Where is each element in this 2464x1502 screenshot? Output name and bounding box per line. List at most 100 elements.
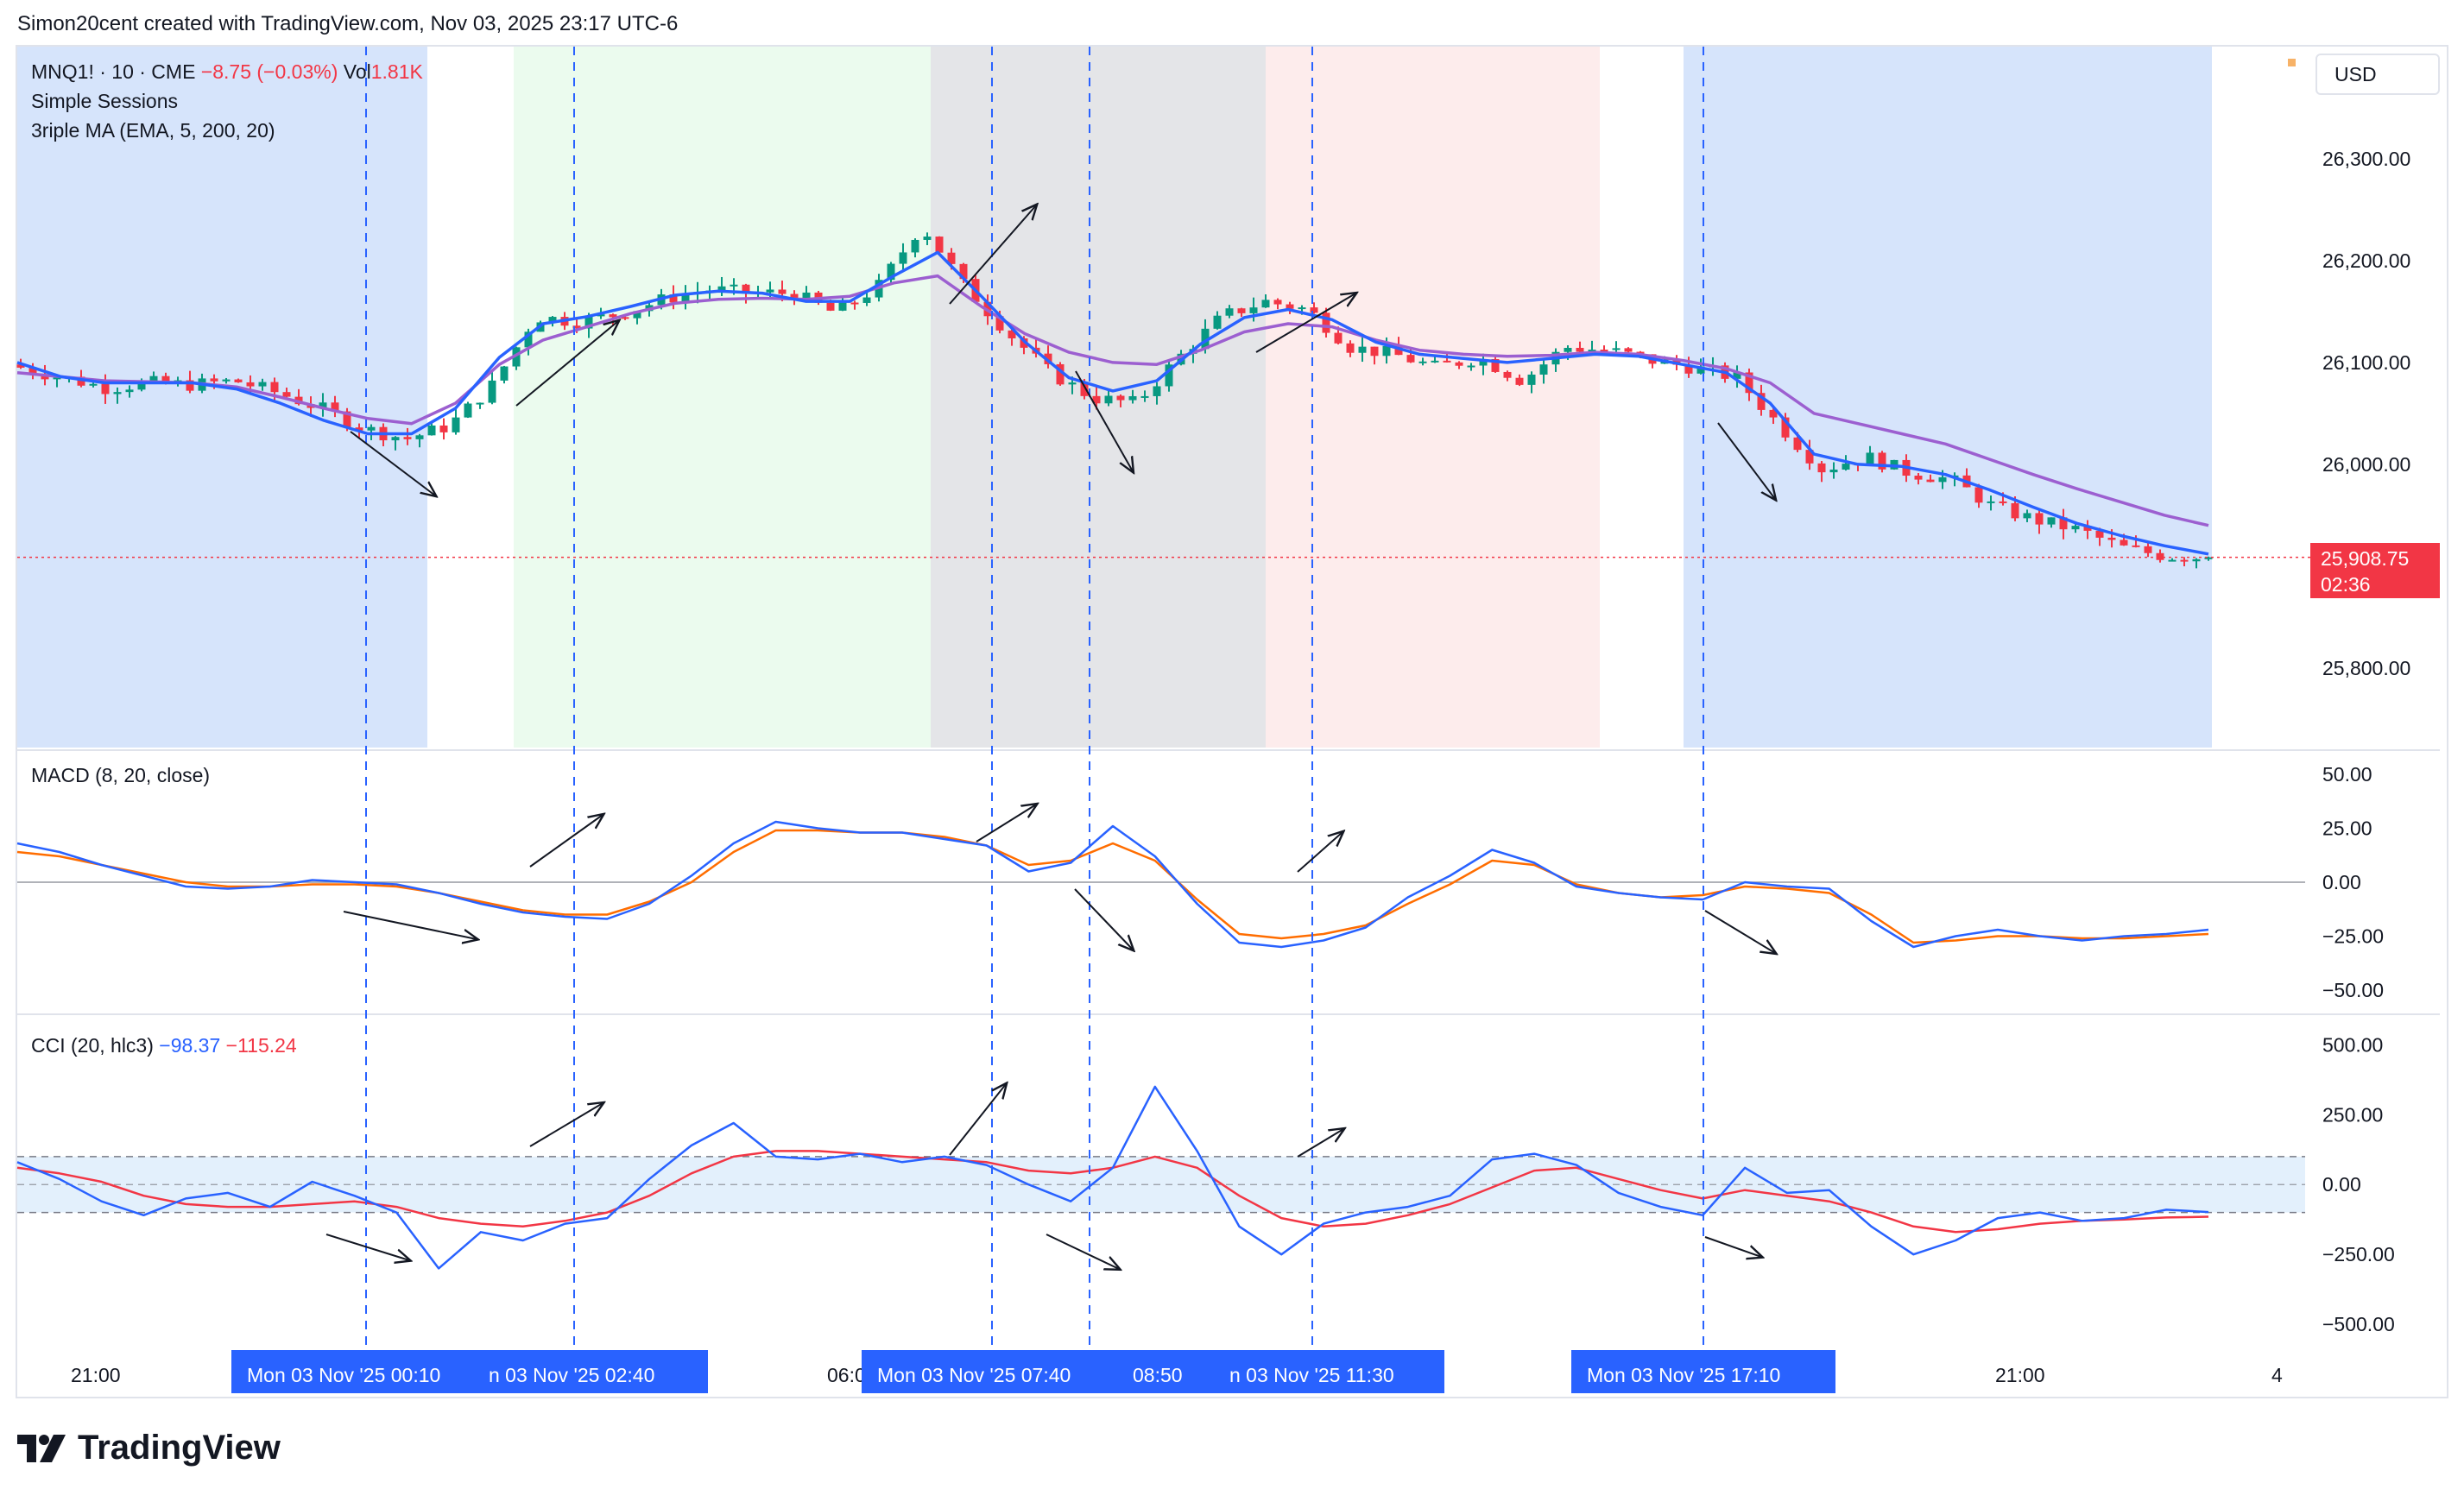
candle-down xyxy=(1576,347,1584,352)
candle-up xyxy=(1213,315,1222,329)
candle-down xyxy=(234,379,243,382)
candle-up xyxy=(838,302,847,311)
candle-down xyxy=(1370,346,1379,357)
symbol-label[interactable]: MNQ1! · 10 · CME xyxy=(31,60,195,83)
last-price-tag: 25,908.75 02:36 xyxy=(2310,542,2440,598)
trend-arrow[interactable] xyxy=(976,805,1036,843)
session-pm-bg xyxy=(1266,47,1600,748)
candle-down xyxy=(282,392,291,397)
trend-arrow[interactable] xyxy=(1297,832,1343,873)
ma-legend[interactable]: 3riple MA (EMA, 5, 200, 20) xyxy=(31,119,275,142)
tradingview-logo-text: TradingView xyxy=(78,1429,281,1467)
trend-arrow[interactable] xyxy=(529,815,603,868)
trend-arrow[interactable] xyxy=(343,911,477,939)
time-tag-label: Mon 03 Nov '25 17:10 xyxy=(1587,1364,1780,1386)
trend-arrow[interactable] xyxy=(1704,1236,1761,1257)
candle-down xyxy=(1273,300,1282,305)
candle-down xyxy=(1346,343,1355,353)
price-axis-tick-label: 26,000.00 xyxy=(2322,453,2410,476)
candle-down xyxy=(2144,546,2152,553)
trend-arrow[interactable] xyxy=(1074,888,1133,950)
trend-arrow[interactable] xyxy=(949,1084,1006,1156)
candle-up xyxy=(1539,364,1548,375)
candle-up xyxy=(1527,374,1536,385)
candle-up xyxy=(1418,361,1427,363)
price-axis-tick-label: 26,100.00 xyxy=(2322,351,2410,374)
candle-up xyxy=(1068,382,1077,385)
candle-up xyxy=(367,426,376,431)
candle-up xyxy=(2071,526,2080,530)
candle-up xyxy=(1467,365,1475,368)
candle-down xyxy=(935,237,944,253)
chart-canvas[interactable]: 26,300.00 26,200.00 26,100.00 26,000.00 25,8… xyxy=(0,0,2464,1502)
candle-up xyxy=(1842,464,1850,470)
candle-down xyxy=(1503,371,1512,378)
candle-down xyxy=(1406,355,1415,363)
candle-down xyxy=(101,383,110,394)
macd-legend[interactable]: MACD (8, 20, close) xyxy=(31,764,210,787)
candle-up xyxy=(1987,501,1995,503)
candle-up xyxy=(427,425,436,436)
price-axis-tick-label: 25,800.00 xyxy=(2322,657,2410,679)
cci-axis-tick-label: 250.00 xyxy=(2322,1103,2383,1126)
candle-down xyxy=(1974,487,1983,503)
candle-down xyxy=(1334,332,1343,344)
time-tag: n 03 Nov '25 11:30 xyxy=(1214,1350,1444,1393)
candle-up xyxy=(1866,452,1874,464)
price-axis-tick-label: 26,200.00 xyxy=(2322,249,2410,272)
candle-down xyxy=(403,437,412,439)
candle-down xyxy=(2107,537,2116,540)
candle-up xyxy=(911,239,919,253)
sessions-legend[interactable]: Simple Sessions xyxy=(31,90,178,113)
candle-down xyxy=(2132,545,2140,547)
last-price-value: 25,908.75 xyxy=(2321,546,2410,570)
candle-up xyxy=(476,402,484,405)
candle-up xyxy=(1153,386,1161,396)
tradingview-logo-icon xyxy=(17,1434,66,1462)
candle-up xyxy=(1140,395,1149,398)
time-axis-tick-label: 06:0 xyxy=(827,1364,866,1386)
time-tag-label: 08:50 xyxy=(1133,1364,1183,1386)
cci-axis-tick-label: −500.00 xyxy=(2322,1313,2395,1335)
trend-arrow[interactable] xyxy=(1704,910,1775,953)
candle-up xyxy=(1261,300,1270,308)
candle-up xyxy=(1298,307,1306,310)
time-tag-label: n 03 Nov '25 02:40 xyxy=(489,1364,654,1386)
candle-down xyxy=(850,302,859,305)
candle-down xyxy=(826,302,835,311)
trend-arrow[interactable] xyxy=(1297,1129,1343,1158)
macd-axis-tick-label: 0.00 xyxy=(2322,871,2361,893)
cci-legend[interactable]: CCI (20, hlc3) −98.37 −115.24 xyxy=(31,1034,297,1057)
trend-arrow[interactable] xyxy=(325,1234,409,1260)
candle-down xyxy=(2120,540,2128,546)
candle-up xyxy=(258,382,267,387)
trend-arrow[interactable] xyxy=(529,1103,603,1147)
cci-axis-tick-label: 0.00 xyxy=(2322,1173,2361,1196)
tradingview-logo[interactable]: TradingView xyxy=(17,1429,281,1467)
candle-down xyxy=(1624,348,1633,352)
candle-down xyxy=(2156,552,2164,560)
candle-up xyxy=(2168,559,2177,562)
trend-arrow[interactable] xyxy=(1046,1234,1119,1269)
candle-down xyxy=(1914,476,1923,480)
macd-axis-tick-label: 50.00 xyxy=(2322,763,2372,786)
time-tag-label: Mon 03 Nov '25 07:40 xyxy=(877,1364,1071,1386)
price-change: −8.75 (−0.03%) xyxy=(200,60,338,83)
candle-up xyxy=(1938,476,1947,483)
candle-up xyxy=(1225,308,1234,316)
candle-up xyxy=(113,392,122,394)
candle-up xyxy=(222,379,231,382)
candle-down xyxy=(1926,479,1935,483)
candle-down xyxy=(270,382,279,393)
cci-axis-tick-label: 500.00 xyxy=(2322,1033,2383,1056)
cci-ma-value: −115.24 xyxy=(225,1034,297,1057)
candle-up xyxy=(1128,395,1137,401)
candle-up xyxy=(125,389,134,393)
candle-down xyxy=(210,378,218,382)
time-tag: n 03 Nov '25 02:40 xyxy=(473,1350,708,1393)
candle-up xyxy=(2047,517,2056,525)
currency-button[interactable]: USD xyxy=(2316,54,2440,95)
macd-axis-tick-label: −50.00 xyxy=(2322,979,2384,1001)
alert-marker xyxy=(2288,59,2296,66)
candle-down xyxy=(1310,307,1318,313)
